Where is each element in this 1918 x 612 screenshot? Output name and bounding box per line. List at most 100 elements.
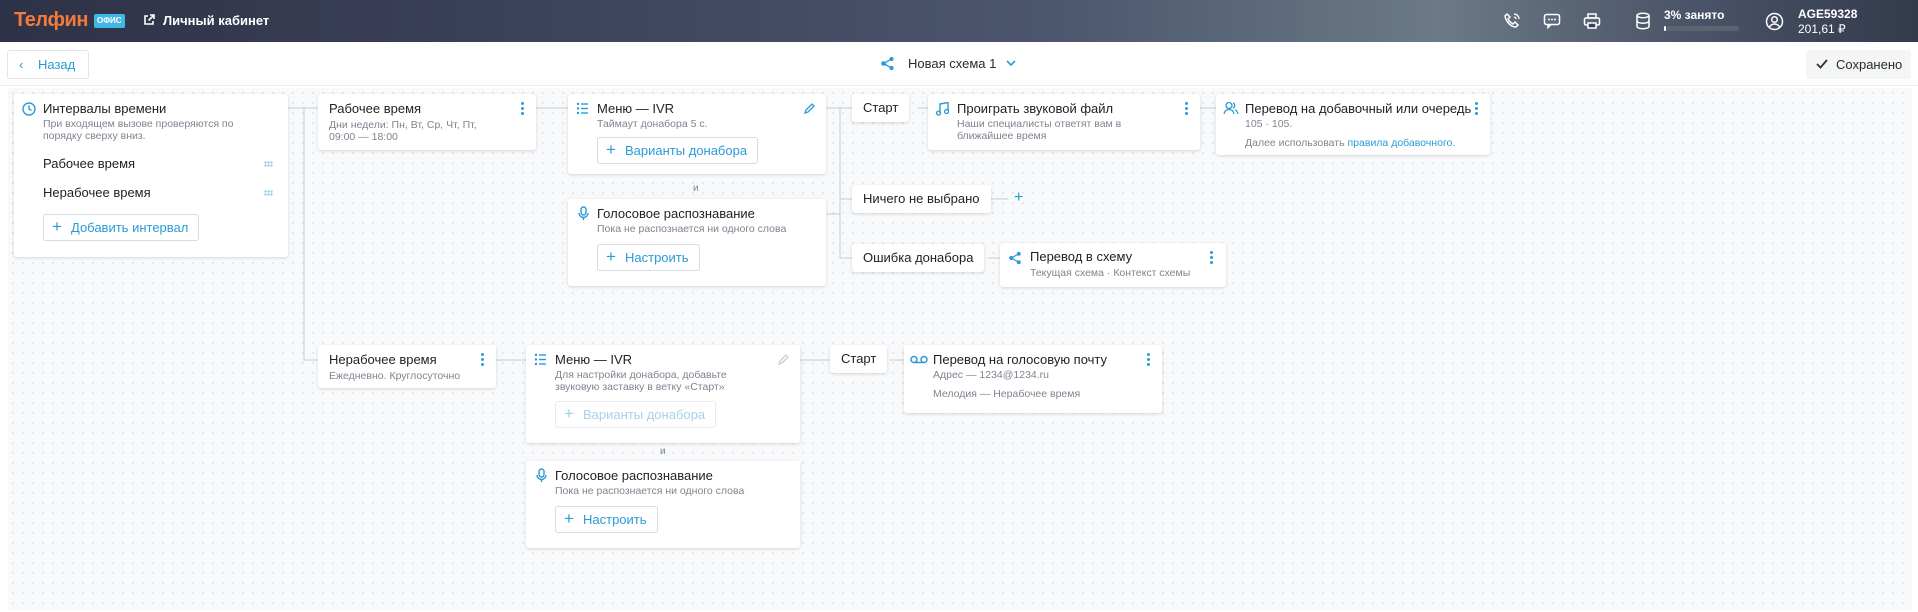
extension-rules-link[interactable]: правила добавочного. <box>1348 137 1456 149</box>
menu-grid-icon <box>534 353 546 366</box>
work-ivr-title: Меню — IVR <box>597 101 675 116</box>
intervals-title: Интервалы времени <box>43 101 167 116</box>
back-button[interactable]: ‹ Назад <box>7 50 89 79</box>
storage-icon <box>1636 12 1650 30</box>
saved-status: Сохранено <box>1806 50 1911 79</box>
account-id: AGE59328 <box>1798 7 1858 21</box>
transfer-extension-title: Перевод на добавочный или очередь <box>1245 101 1472 116</box>
disk-usage-bar <box>1664 26 1739 31</box>
check-icon <box>1816 59 1828 69</box>
play-sound-subtitle: Наши специалисты ответят вам в ближайшее… <box>957 118 1122 142</box>
external-link-icon[interactable] <box>143 14 155 26</box>
nonwork-time-card[interactable]: Нерабочее время Ежедневно. Круглосуточно <box>318 345 496 388</box>
account-info[interactable]: AGE59328 201,61 ₽ <box>1798 7 1857 37</box>
dial-options-button-disabled[interactable]: + Варианты донабора <box>555 401 717 428</box>
more-icon[interactable] <box>481 353 485 368</box>
logo-badge: ОФИС <box>94 14 125 28</box>
branch-error[interactable]: Ошибка донабора <box>852 244 985 272</box>
nonwork-voice-card[interactable]: Голосовое распознавание Пока не распозна… <box>526 461 800 548</box>
plus-icon: + <box>606 247 616 266</box>
nonwork-ivr-title: Меню — IVR <box>555 352 633 367</box>
plus-icon: + <box>606 140 616 159</box>
work-ivr-subtitle: Таймаут донабора 5 с. <box>597 118 708 130</box>
work-time-title: Рабочее время <box>329 101 422 116</box>
transfer-scheme-title: Перевод в схему <box>1030 249 1133 264</box>
microphone-icon <box>536 468 547 482</box>
note-prefix: Далее использовать <box>1245 137 1345 149</box>
branch-start[interactable]: Старт <box>830 345 888 373</box>
transfer-scheme-subtitle: Текущая схема · Контекст схемы <box>1030 267 1191 279</box>
voicemail-card[interactable]: Перевод на голосовую почту Адрес — 1234@… <box>904 345 1162 413</box>
printer-icon[interactable] <box>1583 12 1601 30</box>
nonwork-time-subtitle: Ежедневно. Круглосуточно <box>329 370 461 382</box>
scheme-name[interactable]: Новая схема 1 <box>908 56 996 71</box>
add-branch-icon[interactable]: + <box>1014 189 1023 207</box>
nonwork-time-title: Нерабочее время <box>329 352 437 367</box>
music-note-icon <box>936 102 949 116</box>
clock-icon <box>22 102 36 116</box>
dial-options-label: Варианты донабора <box>625 143 748 158</box>
and-label: и <box>660 446 666 457</box>
voicemail-title: Перевод на голосовую почту <box>933 352 1108 367</box>
configure-button[interactable]: + Настроить <box>555 506 658 533</box>
dial-options-label: Варианты донабора <box>583 407 706 422</box>
microphone-icon <box>578 206 589 220</box>
more-icon[interactable] <box>521 102 525 117</box>
top-bar: Телфин ОФИС Личный кабинет 3% занято AGE… <box>0 0 1918 42</box>
more-icon[interactable] <box>1147 353 1151 368</box>
branch-none[interactable]: Ничего не выбрано <box>852 185 991 213</box>
users-icon <box>1223 101 1239 115</box>
balance: 201,61 ₽ <box>1798 22 1846 36</box>
and-label: и <box>693 183 699 194</box>
edit-icon[interactable] <box>804 102 816 114</box>
logo[interactable]: Телфин <box>14 9 88 32</box>
interval-item-work[interactable]: Рабочее время <box>43 156 135 171</box>
interval-item-nonwork[interactable]: Нерабочее время <box>43 185 151 200</box>
phone-icon[interactable] <box>1503 12 1521 30</box>
add-interval-button[interactable]: + Добавить интервал <box>43 214 200 241</box>
menu-grid-icon <box>576 102 588 115</box>
work-voice-subtitle: Пока не распознается ни одного слова <box>597 223 787 235</box>
voicemail-melody: Мелодия — Нерабочее время <box>933 388 1081 400</box>
drag-handle-icon[interactable] <box>264 161 273 167</box>
nonwork-ivr-subtitle: Для настройки донабора, добавьте звукову… <box>555 369 727 393</box>
transfer-scheme-card[interactable]: Перевод в схему Текущая схема · Контекст… <box>1000 243 1226 287</box>
transfer-extension-card[interactable]: Перевод на добавочный или очередь 105 · … <box>1216 94 1490 155</box>
scheme-icon <box>1009 251 1021 265</box>
disk-status: 3% занято <box>1664 8 1725 22</box>
work-time-subtitle: Дни недели: Пн, Вт, Ср, Чт, Пт, 09:00 — … <box>329 119 477 143</box>
branch-start[interactable]: Старт <box>852 94 910 122</box>
plus-icon: + <box>564 404 574 423</box>
back-label: Назад <box>38 57 76 72</box>
user-icon[interactable] <box>1765 12 1784 31</box>
dial-options-button[interactable]: + Варианты донабора <box>597 137 759 164</box>
play-sound-card[interactable]: Проиграть звуковой файл Наши специалисты… <box>928 94 1200 150</box>
chevron-left-icon: ‹ <box>19 57 24 72</box>
voicemail-address: Адрес — 1234@1234.ru <box>933 369 1050 381</box>
voicemail-icon <box>910 355 928 364</box>
more-icon[interactable] <box>1210 251 1214 266</box>
saved-label: Сохранено <box>1836 57 1903 72</box>
more-icon[interactable] <box>1185 102 1189 117</box>
work-voice-card[interactable]: Голосовое распознавание Пока не распозна… <box>568 199 826 286</box>
intervals-card: Интервалы времени При входящем вызове пр… <box>14 94 288 257</box>
intervals-subtitle: При входящем вызове проверяются по поряд… <box>43 118 234 142</box>
nonwork-voice-title: Голосовое распознавание <box>555 468 713 483</box>
configure-button[interactable]: + Настроить <box>597 244 700 271</box>
add-interval-label: Добавить интервал <box>71 220 189 235</box>
plus-icon: + <box>564 509 574 528</box>
more-icon[interactable] <box>1475 102 1479 117</box>
scheme-icon <box>881 56 894 71</box>
chat-icon[interactable] <box>1543 12 1561 30</box>
configure-label: Настроить <box>625 250 689 265</box>
configure-label: Настроить <box>583 512 647 527</box>
drag-handle-icon[interactable] <box>264 190 273 196</box>
edit-icon[interactable] <box>778 353 790 365</box>
nonwork-ivr-card[interactable]: Меню — IVR Для настройки донабора, добав… <box>526 345 800 443</box>
chevron-down-icon[interactable] <box>1006 60 1016 67</box>
cabinet-link[interactable]: Личный кабинет <box>163 13 269 28</box>
work-voice-title: Голосовое распознавание <box>597 206 755 221</box>
work-time-card[interactable]: Рабочее время Дни недели: Пн, Вт, Ср, Чт… <box>318 94 536 150</box>
transfer-extension-subtitle: 105 · 105. <box>1245 118 1293 130</box>
work-ivr-card[interactable]: Меню — IVR Таймаут донабора 5 с. + Вариан… <box>568 94 826 174</box>
